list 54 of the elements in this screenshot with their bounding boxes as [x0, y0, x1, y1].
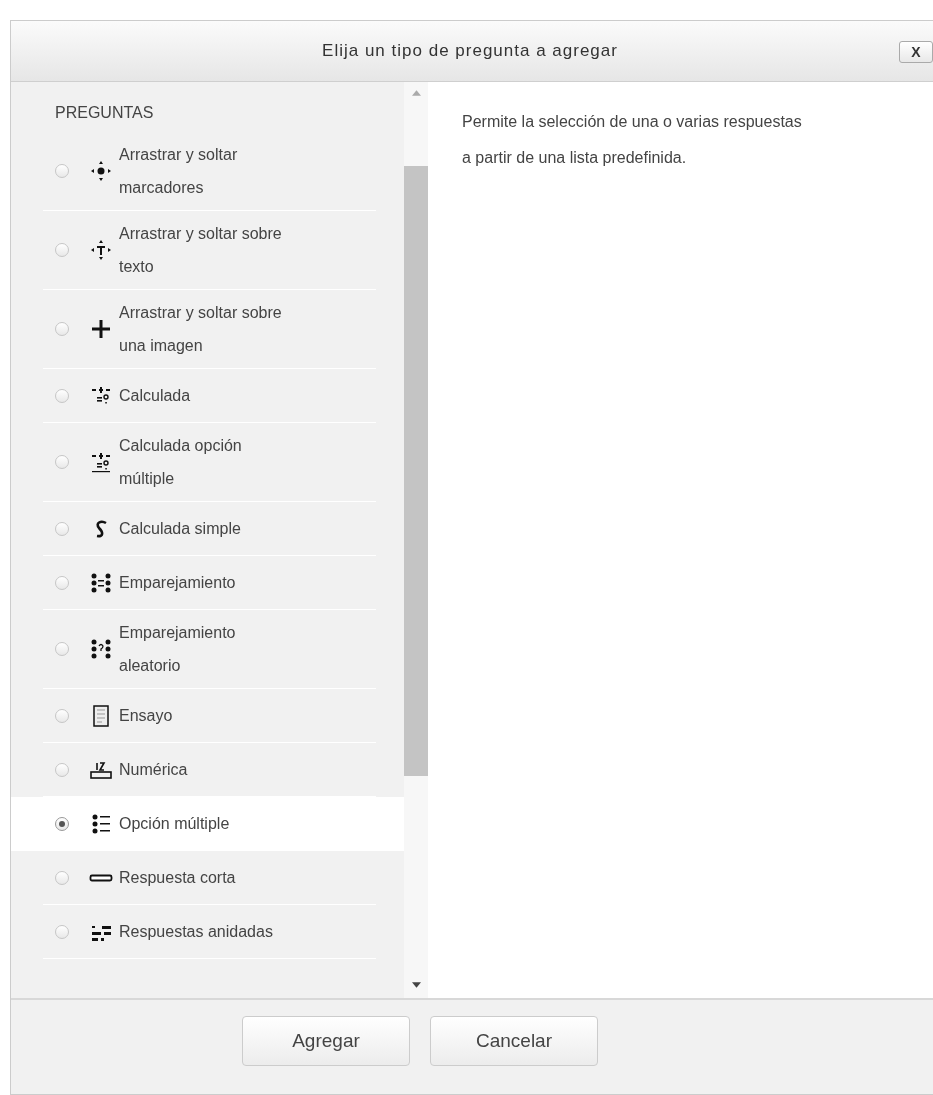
radio-button[interactable] [55, 575, 69, 590]
radio-button[interactable] [55, 708, 69, 723]
scroll-up-icon[interactable] [411, 90, 421, 96]
description-text: Permite la selección de una o varias respuestas a partir de una lista predefinida. [462, 112, 802, 168]
question-type-option[interactable]: Calculada simple [43, 502, 376, 556]
option-label: Opción múltiple [119, 814, 231, 834]
list-heading: PREGUNTAS [54, 104, 155, 122]
radio-button[interactable] [55, 164, 69, 178]
radio-button[interactable] [55, 642, 69, 656]
option-label: Respuestas anidadas [119, 922, 274, 942]
option-label: Arrastrar y soltar marcadores [119, 145, 239, 198]
question-type-option[interactable]: Emparejamiento aleatorio [43, 610, 376, 689]
option-label: Arrastrar y soltar sobre una imagen [119, 303, 283, 356]
question-type-option[interactable]: Arrastrar y soltar sobre una imagen [43, 290, 376, 369]
calculated-multi-icon [89, 450, 113, 474]
short-answer-icon [89, 873, 113, 882]
radio-button[interactable] [55, 388, 69, 403]
radio-button[interactable] [55, 521, 69, 536]
option-label: Ensayo [119, 706, 174, 726]
drag-text-icon [89, 238, 113, 262]
radio-button[interactable] [55, 322, 69, 336]
radio-button[interactable] [55, 924, 69, 939]
option-label: Calculada [119, 386, 192, 406]
option-label: Arrastrar y soltar sobre texto [119, 224, 283, 277]
option-label: Calculada opción múltiple [119, 436, 243, 489]
option-label: Calculada simple [119, 519, 242, 539]
radio-button[interactable] [55, 816, 69, 831]
question-type-option[interactable]: Respuesta corta [43, 851, 376, 905]
scrollbar-thumb[interactable] [404, 166, 428, 776]
add-button[interactable]: Agregar [242, 1016, 410, 1066]
question-type-option[interactable]: Calculada opción múltiple [43, 423, 376, 502]
question-type-option[interactable]: Respuestas anidadas [43, 905, 376, 959]
radio-button[interactable] [55, 762, 69, 777]
question-type-option[interactable]: Emparejamiento [43, 556, 376, 610]
question-type-option[interactable]: Ensayo [43, 689, 376, 743]
drag-image-icon [89, 317, 113, 341]
drag-markers-icon [89, 159, 113, 183]
scroll-down-icon[interactable] [411, 982, 421, 988]
close-button[interactable]: X [899, 41, 933, 63]
question-type-option[interactable]: Opción múltiple [11, 797, 404, 851]
question-type-option[interactable]: Arrastrar y soltar sobre texto [43, 211, 376, 290]
option-label: Respuesta corta [119, 868, 237, 888]
question-type-option[interactable]: Calculada [43, 369, 376, 423]
scrollbar[interactable] [404, 82, 428, 998]
random-matching-icon [89, 637, 113, 661]
option-label: Emparejamiento aleatorio [119, 623, 237, 676]
question-type-option[interactable]: Arrastrar y soltar marcadores [43, 132, 376, 211]
radio-button[interactable] [55, 870, 69, 885]
dialog-title: Elija un tipo de pregunta a agregar [322, 41, 618, 61]
radio-button[interactable] [55, 455, 69, 469]
option-label: Numérica [119, 760, 189, 780]
radio-button[interactable] [55, 243, 69, 257]
cancel-button[interactable]: Cancelar [430, 1016, 598, 1066]
option-label: Emparejamiento [119, 573, 237, 593]
